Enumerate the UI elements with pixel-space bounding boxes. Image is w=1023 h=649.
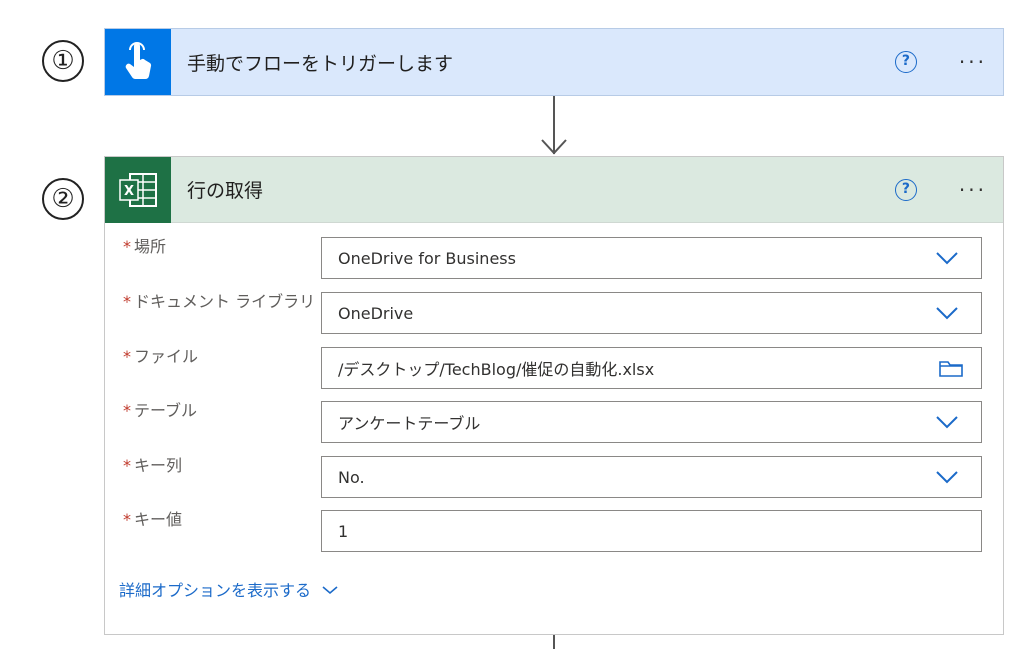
trigger-card-header[interactable]: 手動でフローをトリガーします ? ··· (105, 29, 1003, 95)
more-options-icon[interactable]: ··· (959, 52, 987, 72)
field-label: * キー値 (123, 510, 183, 529)
table-dropdown[interactable]: アンケートテーブル (321, 401, 982, 443)
show-advanced-options-link[interactable]: 詳細オプションを表示する (119, 577, 339, 601)
field-value: 1 (338, 521, 349, 541)
field-table: * テーブル アンケートテーブル (123, 401, 985, 443)
folder-icon[interactable] (931, 358, 971, 378)
svg-text:X: X (124, 184, 134, 199)
get-row-card-header[interactable]: X 行の取得 ? ··· (105, 156, 1003, 223)
touch-hand-icon (105, 29, 171, 95)
field-location: * 場所 OneDrive for Business (123, 237, 985, 279)
key-column-dropdown[interactable]: No. (321, 456, 982, 498)
step-number-1: ① (42, 40, 84, 82)
field-value: アンケートテーブル (338, 414, 481, 433)
key-value-input[interactable]: 1 (321, 510, 982, 552)
chevron-down-icon[interactable] (927, 292, 967, 334)
chevron-down-icon[interactable] (927, 456, 967, 498)
arrow-down-icon (541, 139, 567, 155)
chevron-down-icon[interactable] (927, 401, 967, 443)
help-icon[interactable]: ? (894, 51, 917, 73)
field-key-value: * キー値 1 (123, 510, 985, 552)
file-picker-input[interactable]: /デスクトップ/TechBlog/催促の自動化.xlsx (321, 347, 982, 389)
connector-line (553, 635, 555, 649)
chevron-down-icon[interactable] (927, 237, 967, 279)
field-label: * ドキュメント ライブラリ (123, 292, 316, 311)
field-value: OneDrive for Business (338, 248, 516, 268)
field-file: * ファイル /デスクトップ/TechBlog/催促の自動化.xlsx (123, 347, 985, 389)
field-document-library: * ドキュメント ライブラリ OneDrive (123, 292, 985, 334)
help-icon[interactable]: ? (894, 178, 917, 201)
field-key-column: * キー列 No. (123, 456, 985, 498)
excel-icon: X (105, 156, 171, 223)
field-label: * 場所 (123, 237, 167, 256)
field-value: No. (338, 467, 365, 487)
advanced-options-label: 詳細オプションを表示する (119, 581, 312, 600)
document-library-dropdown[interactable]: OneDrive (321, 292, 982, 334)
field-value: /デスクトップ/TechBlog/催促の自動化.xlsx (338, 360, 655, 379)
more-options-icon[interactable]: ··· (959, 180, 987, 200)
field-label: * キー列 (123, 456, 183, 475)
field-value: OneDrive (338, 303, 414, 323)
chevron-down-icon (321, 580, 339, 599)
get-row-card: X 行の取得 ? ··· * 場所 OneDrive for Business *… (104, 156, 1004, 635)
trigger-card[interactable]: 手動でフローをトリガーします ? ··· (104, 28, 1004, 96)
trigger-title: 手動でフローをトリガーします (187, 52, 454, 75)
field-label: * ファイル (123, 347, 199, 366)
location-dropdown[interactable]: OneDrive for Business (321, 237, 982, 279)
field-label: * テーブル (123, 401, 198, 420)
step-number-2: ② (42, 178, 84, 220)
get-row-title: 行の取得 (187, 180, 264, 202)
